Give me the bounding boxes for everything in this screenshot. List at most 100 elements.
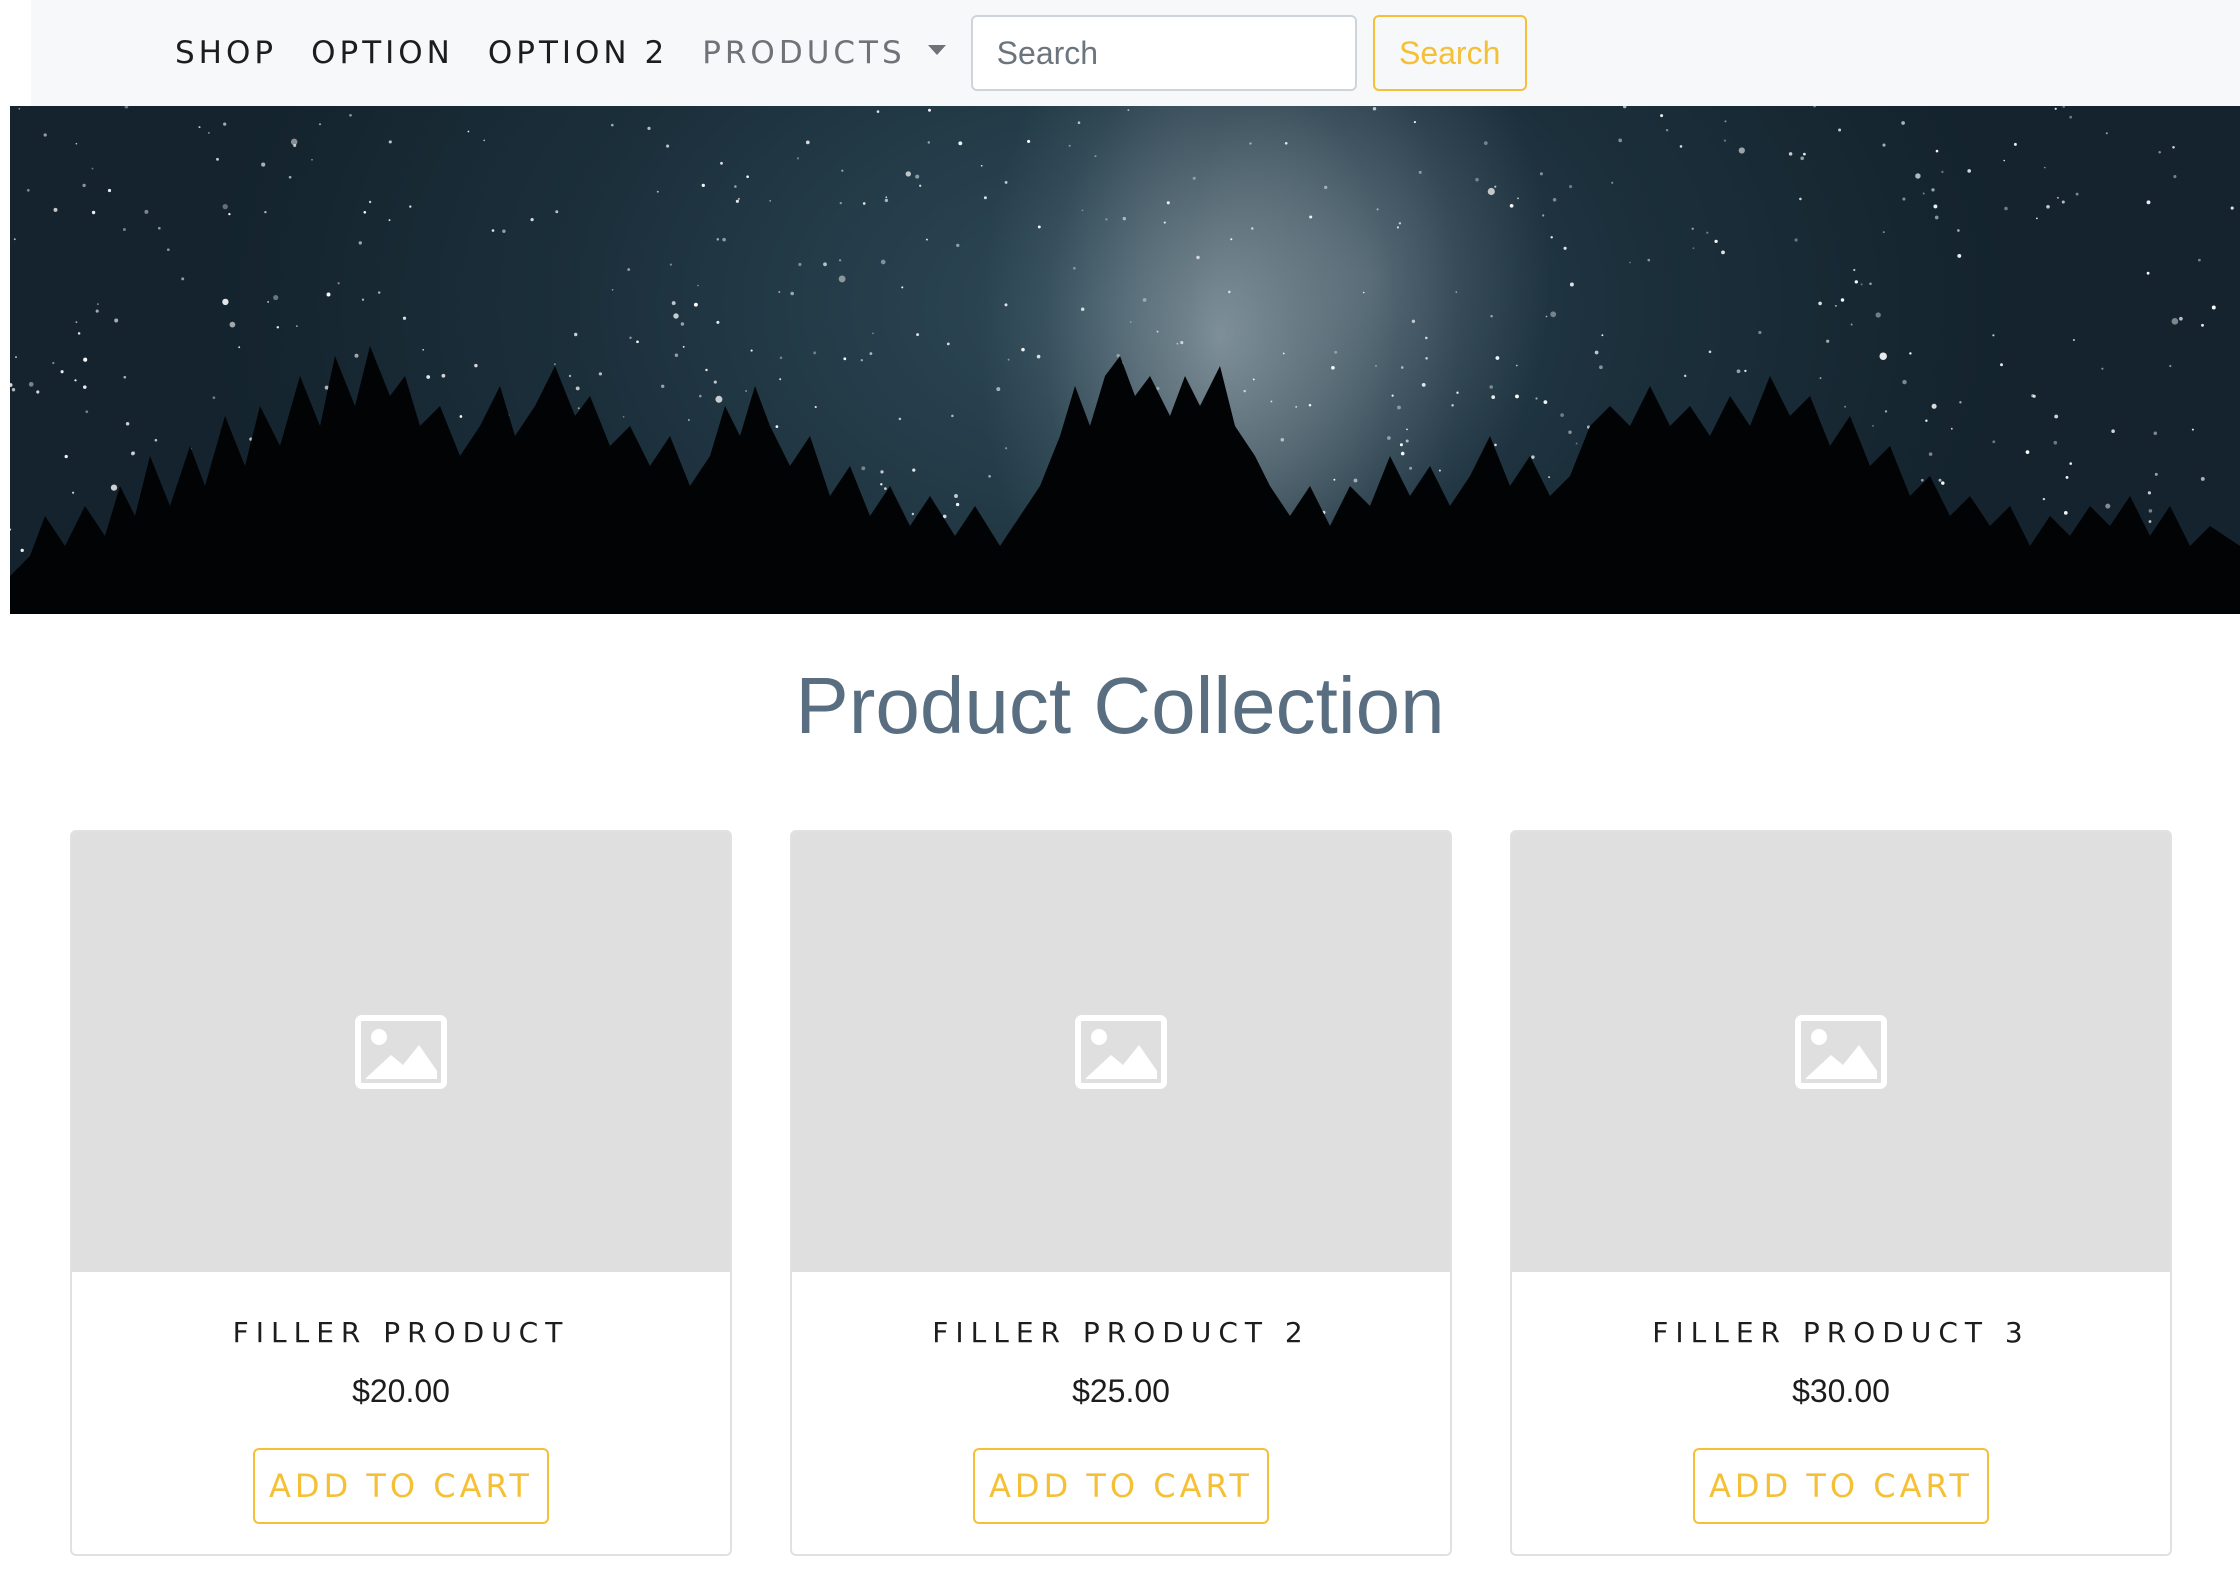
star <box>778 290 781 294</box>
star <box>474 363 478 368</box>
star <box>1691 227 1694 230</box>
search-input[interactable] <box>970 15 1357 91</box>
star <box>273 295 279 301</box>
star <box>901 286 904 289</box>
star <box>916 333 920 337</box>
star <box>884 487 887 490</box>
star <box>1413 121 1416 124</box>
star <box>1490 314 1493 318</box>
star <box>674 353 679 357</box>
star <box>1405 439 1409 443</box>
star <box>1853 268 1856 272</box>
star <box>1535 397 1538 400</box>
star <box>72 491 75 494</box>
star <box>715 395 723 403</box>
star <box>1400 451 1405 456</box>
search-button[interactable]: Search <box>1372 15 1527 91</box>
star <box>10 528 12 531</box>
star <box>122 228 126 231</box>
star <box>1251 227 1254 230</box>
star <box>1156 330 1159 333</box>
star <box>2043 166 2046 169</box>
nav-link-shop[interactable]: SHOP <box>175 35 277 71</box>
star <box>716 320 720 324</box>
star <box>26 188 30 192</box>
star <box>77 332 81 335</box>
star <box>2101 367 2104 370</box>
star <box>1623 106 1627 109</box>
star <box>1744 369 1747 373</box>
star <box>1660 114 1664 118</box>
star <box>2154 472 2158 476</box>
star <box>1331 365 1335 370</box>
star <box>2025 450 2030 454</box>
star <box>1692 247 1695 250</box>
star <box>1714 239 1718 244</box>
add-to-cart-button[interactable]: ADD TO CART <box>253 1448 549 1524</box>
star <box>229 321 236 328</box>
star <box>839 201 842 205</box>
star <box>2053 440 2058 445</box>
star <box>1309 215 1313 219</box>
star <box>860 358 864 362</box>
star <box>491 229 495 232</box>
star <box>716 238 720 241</box>
star <box>2111 429 2115 433</box>
star <box>1418 170 1422 174</box>
star <box>1127 109 1130 112</box>
star <box>911 512 915 516</box>
star <box>422 348 425 351</box>
star <box>1073 266 1076 270</box>
star <box>705 368 708 372</box>
nav-link-option[interactable]: OPTION <box>311 35 454 71</box>
star <box>2063 511 2068 515</box>
add-to-cart-button[interactable]: ADD TO CART <box>1693 1448 1989 1524</box>
star <box>1509 203 1514 208</box>
star <box>2013 142 2017 146</box>
star <box>1455 291 1458 293</box>
products-dropdown-toggle[interactable]: PRODUCTS <box>702 35 905 71</box>
star <box>124 106 129 109</box>
star <box>925 238 928 241</box>
star <box>288 175 292 179</box>
star <box>1552 198 1557 202</box>
star <box>919 184 922 187</box>
star <box>1353 478 1358 483</box>
star <box>1421 382 1426 387</box>
star <box>1495 356 1500 360</box>
star <box>1372 106 1377 111</box>
star <box>1850 323 1853 326</box>
star <box>114 318 119 323</box>
add-to-cart-button[interactable]: ADD TO CART <box>973 1448 1269 1524</box>
star <box>660 384 665 389</box>
star <box>83 385 87 389</box>
star <box>746 175 749 178</box>
star <box>459 415 463 418</box>
star <box>157 226 161 230</box>
caret-down-icon[interactable] <box>927 45 946 55</box>
star <box>2172 146 2175 149</box>
star <box>1387 436 1391 440</box>
star <box>2200 476 2205 481</box>
star <box>74 379 77 382</box>
star <box>880 470 884 474</box>
star <box>1708 350 1712 354</box>
star <box>1818 301 1822 306</box>
star <box>326 292 331 297</box>
star <box>36 390 40 394</box>
star <box>2054 107 2057 110</box>
star <box>1882 231 1885 234</box>
star <box>1295 405 1298 408</box>
star <box>673 313 679 319</box>
star <box>1375 364 1377 367</box>
nav-link-option-2[interactable]: OPTION 2 <box>488 35 668 71</box>
star <box>60 370 64 374</box>
star <box>1860 283 1863 286</box>
star <box>2069 462 2073 465</box>
star <box>10 383 13 387</box>
star <box>426 375 431 379</box>
star <box>1494 185 1497 188</box>
star <box>1068 144 1071 147</box>
star <box>1077 121 1081 124</box>
star <box>693 302 698 307</box>
